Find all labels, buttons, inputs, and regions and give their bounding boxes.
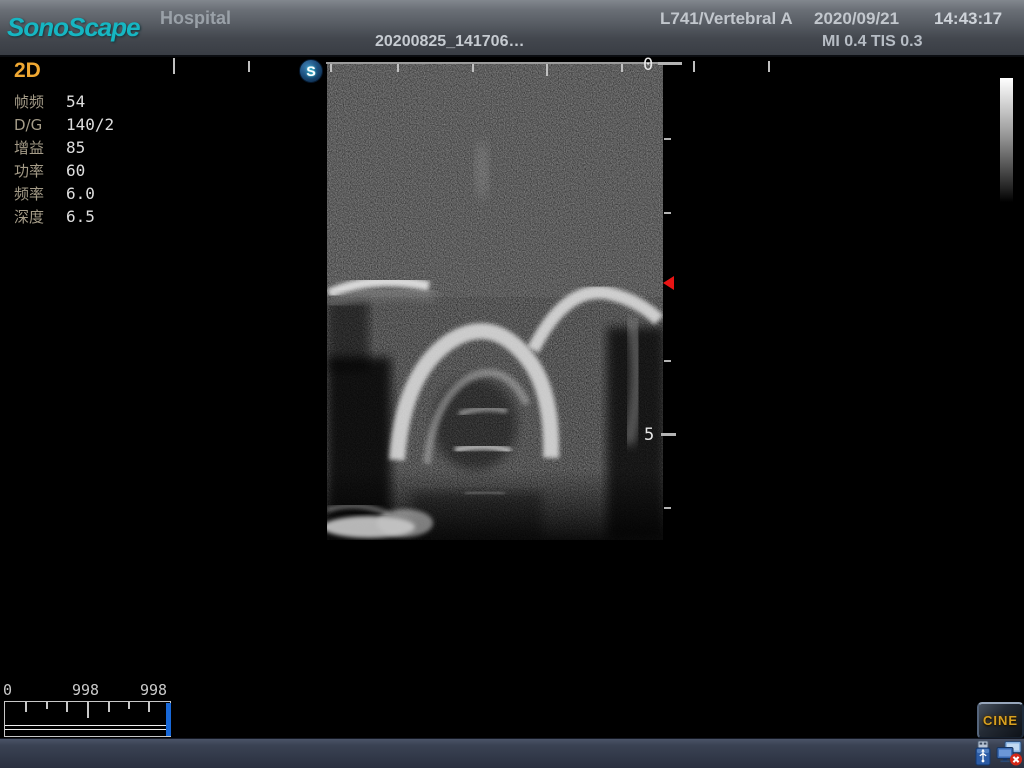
usb-icon[interactable] xyxy=(973,740,993,766)
depth-tick xyxy=(664,138,671,140)
cine-groove xyxy=(5,725,170,730)
ruler-tick xyxy=(472,64,474,72)
ruler-tick xyxy=(397,64,399,72)
ruler-tick xyxy=(546,64,548,76)
param-label: 功率 xyxy=(14,160,66,181)
cine-end-frame: 998 xyxy=(140,681,167,699)
image-parameter-panel: 2D 帧频 54 D/G 140/2 增益 85 功率 60 频率 6.0 深度… xyxy=(14,59,114,228)
cine-tick xyxy=(46,702,48,709)
depth-label-5: 5 xyxy=(644,425,654,445)
probe-orientation-marker: S xyxy=(299,59,323,83)
ruler-tick xyxy=(693,61,695,72)
ruler-tick xyxy=(173,58,175,74)
ruler-tick xyxy=(330,64,332,72)
grayscale-map-bar xyxy=(1000,78,1013,202)
depth-tick xyxy=(664,212,671,214)
param-row-depth: 深度 6.5 xyxy=(14,205,114,228)
depth-tick-5 xyxy=(661,433,676,436)
ruler-tick xyxy=(621,64,623,72)
cine-start-frame: 0 xyxy=(3,681,12,699)
param-value: 60 xyxy=(66,161,85,180)
cine-tick xyxy=(66,702,68,712)
param-value: 6.0 xyxy=(66,184,95,203)
param-label: D/G xyxy=(14,116,66,134)
orientation-letter: S xyxy=(306,63,315,79)
ultrasound-screen: SonoScape Hospital 20200825_141706… L741… xyxy=(0,0,1024,768)
depth-tick xyxy=(664,360,671,362)
cine-tick xyxy=(25,702,27,712)
param-label: 帧频 xyxy=(14,91,66,112)
cine-button-label: CINE xyxy=(983,713,1018,728)
cine-scrubber[interactable] xyxy=(4,701,171,737)
cine-tick xyxy=(108,702,110,712)
param-row-frequency: 频率 6.0 xyxy=(14,182,114,205)
brand-logo: SonoScape xyxy=(7,12,140,43)
param-row-dg: D/G 140/2 xyxy=(14,113,114,136)
param-value: 6.5 xyxy=(66,207,95,226)
param-row-gain: 增益 85 xyxy=(14,136,114,159)
exam-id: 20200825_141706… xyxy=(375,33,524,51)
system-time: 14:43:17 xyxy=(934,9,1002,29)
system-tray xyxy=(973,740,1023,766)
network-error-icon[interactable] xyxy=(996,740,1023,766)
ruler-tick xyxy=(768,61,770,72)
cine-tick xyxy=(87,702,89,718)
system-date: 2020/09/21 xyxy=(814,9,899,29)
param-value: 54 xyxy=(66,92,85,111)
acoustic-output: MI 0.4 TIS 0.3 xyxy=(822,33,922,51)
param-label: 频率 xyxy=(14,183,66,204)
cine-tick xyxy=(128,702,130,709)
depth-tick-0 xyxy=(658,62,682,65)
mode-label: 2D xyxy=(14,59,114,83)
param-value: 85 xyxy=(66,138,85,157)
param-row-framerate: 帧频 54 xyxy=(14,90,114,113)
taskbar xyxy=(0,738,1024,768)
top-status-bar: SonoScape Hospital 20200825_141706… L741… xyxy=(0,0,1024,57)
param-label: 增益 xyxy=(14,137,66,158)
ultrasound-bmode-view xyxy=(327,62,663,540)
depth-label-0: 0 xyxy=(643,55,653,75)
cine-button[interactable]: CINE xyxy=(977,702,1024,739)
probe-preset: L741/Vertebral A xyxy=(660,9,793,29)
hospital-name: Hospital xyxy=(160,8,231,29)
param-label: 深度 xyxy=(14,206,66,227)
depth-tick xyxy=(664,507,671,509)
ultrasound-image[interactable] xyxy=(327,62,663,540)
focus-marker-icon[interactable] xyxy=(663,276,674,290)
top-ruler xyxy=(326,62,668,64)
cine-mid-frame: 998 xyxy=(72,681,99,699)
param-row-power: 功率 60 xyxy=(14,159,114,182)
ruler-tick xyxy=(248,61,250,72)
param-value: 140/2 xyxy=(66,115,114,134)
cine-position-marker[interactable] xyxy=(166,703,171,736)
cine-tick xyxy=(148,702,150,712)
